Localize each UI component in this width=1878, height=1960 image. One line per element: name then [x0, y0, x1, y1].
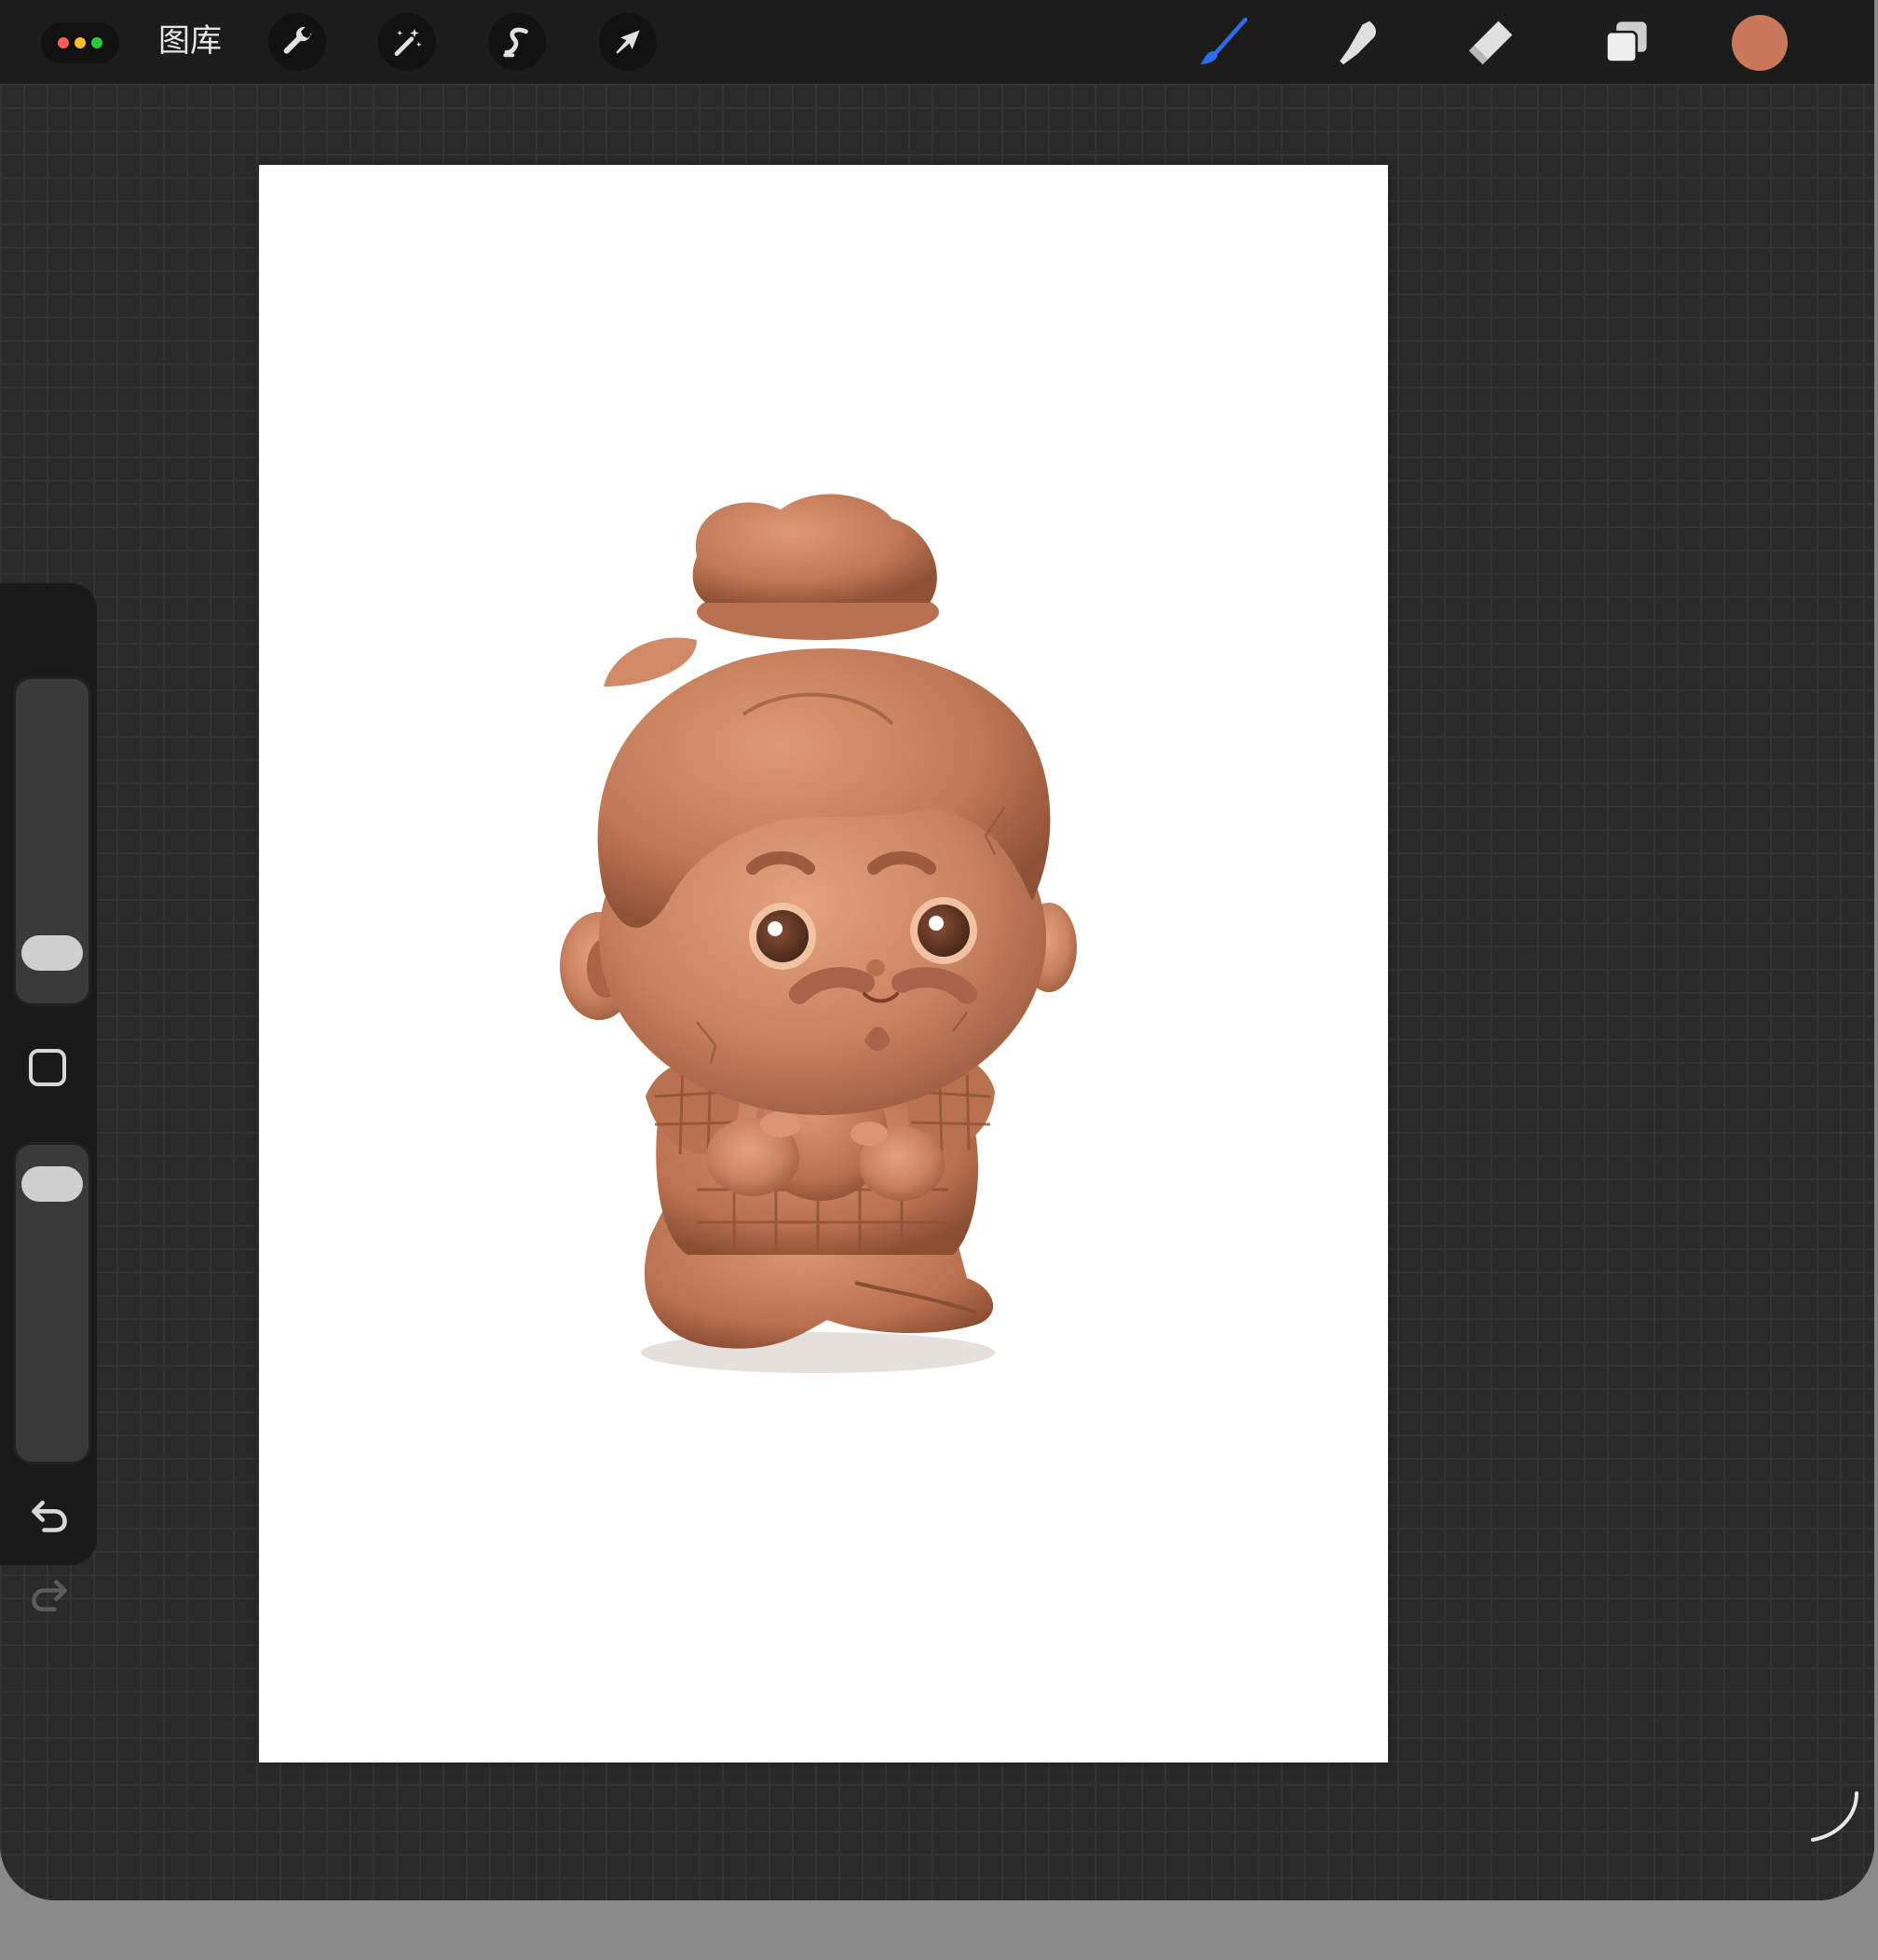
window-dot-red	[58, 37, 69, 48]
layers-icon	[1605, 21, 1647, 63]
undo-button[interactable]	[26, 1491, 73, 1538]
redo-icon	[32, 1579, 67, 1612]
brush-size-thumb[interactable]	[21, 934, 83, 971]
adjustments-button[interactable]	[268, 13, 326, 71]
selection-s-icon	[503, 27, 528, 58]
top-toolbar: 图库	[0, 0, 1874, 84]
brush-size-slider[interactable]	[13, 676, 91, 1006]
device-frame: 图库	[0, 0, 1874, 1900]
undo-icon	[32, 1500, 67, 1532]
terracotta-figurine-artwork	[560, 494, 1077, 1373]
modify-button[interactable]	[29, 1049, 66, 1086]
color-picker-button[interactable]	[1732, 15, 1788, 71]
layers-button[interactable]	[1598, 13, 1655, 71]
brush-icon	[1201, 17, 1248, 64]
canvas-workspace[interactable]	[0, 84, 1874, 1900]
window-controls-button[interactable]	[41, 22, 119, 63]
magic-wand-icon	[394, 28, 422, 57]
gallery-button[interactable]: 图库	[158, 17, 222, 65]
opacity-slider[interactable]	[13, 1142, 91, 1464]
transform-button[interactable]	[599, 13, 657, 71]
corner-handle-icon	[1811, 1791, 1858, 1842]
wrench-icon	[283, 26, 312, 54]
magic-adjust-button[interactable]	[378, 13, 436, 71]
arrow-cursor-icon	[616, 30, 640, 54]
eraser-button[interactable]	[1463, 13, 1520, 71]
eraser-icon	[1468, 20, 1513, 65]
opacity-thumb[interactable]	[21, 1166, 83, 1203]
smudge-button[interactable]	[1328, 13, 1386, 71]
side-toolbar	[0, 583, 97, 1612]
artboard[interactable]	[259, 165, 1388, 1763]
selection-button[interactable]	[488, 13, 546, 71]
window-dot-green	[91, 37, 102, 48]
redo-button[interactable]	[26, 1571, 73, 1617]
window-dot-yellow	[75, 37, 86, 48]
brush-button[interactable]	[1194, 13, 1252, 71]
smudge-icon	[1340, 20, 1377, 65]
